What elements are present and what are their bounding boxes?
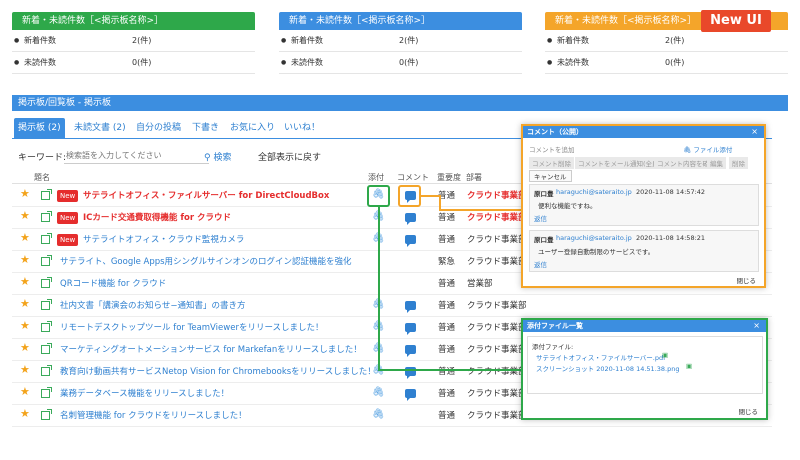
close-button[interactable]: 閉じる xyxy=(737,275,757,285)
reply-link[interactable]: 返信 xyxy=(534,213,547,223)
attach-connector xyxy=(378,207,521,371)
comment-time: 2020-11-08 14:57:42 xyxy=(636,188,706,196)
comment-author: 原口豊 xyxy=(534,236,554,244)
comment-popup-title: コメント（公開） xyxy=(523,126,764,138)
comment-author: 原口豊 xyxy=(534,190,554,198)
comment-popup: コメント（公開） × コメントを追加 🖇 ファイル添付 コメント削除 コメントを… xyxy=(521,124,766,288)
comment-item: 原口豊 haraguchi@sateraito.jp 2020-11-08 14… xyxy=(529,184,759,226)
close-icon[interactable]: × xyxy=(751,127,758,136)
reply-link[interactable]: 返信 xyxy=(534,259,547,269)
comment-time: 2020-11-08 14:58:21 xyxy=(636,234,706,242)
file-link[interactable]: スクリーンショット 2020-11-08 14.51.38.png xyxy=(536,363,679,373)
close-button[interactable]: 閉じる xyxy=(739,406,759,416)
comment-text: ユーザー登録自動制限のサービスです。 xyxy=(538,248,655,256)
comment-delete-button[interactable]: コメント削除 xyxy=(529,157,574,169)
comment-item: 原口豊 haraguchi@sateraito.jp 2020-11-08 14… xyxy=(529,230,759,272)
attach-file-label: ファイル添付 xyxy=(693,146,733,154)
comment-edit-button[interactable]: 編集 xyxy=(707,157,726,169)
comment-mail-button[interactable]: コメントをメール通知(全員) xyxy=(575,157,665,169)
comment-email[interactable]: haraguchi@sateraito.jp xyxy=(556,234,632,242)
file-icon: ▣ xyxy=(686,362,693,370)
add-comment-link[interactable]: コメントを追加 xyxy=(529,144,575,154)
file-icon: ▣ xyxy=(662,351,669,359)
attach-file-link[interactable]: 🖇 ファイル添付 xyxy=(683,144,732,154)
cancel-button[interactable]: キャンセル xyxy=(529,170,572,182)
comment-connector xyxy=(421,195,521,211)
file-popup: 添付ファイル一覧 × 添付ファイル: サテライトオフィス・ファイルサーバー.pd… xyxy=(521,318,768,420)
file-link[interactable]: サテライトオフィス・ファイルサーバー.pdf xyxy=(536,352,665,362)
file-list-box: 添付ファイル: サテライトオフィス・ファイルサーバー.pdf ▣ スクリーンショ… xyxy=(527,336,763,394)
close-icon[interactable]: × xyxy=(753,321,760,330)
comment-text: 便利な機能ですね。 xyxy=(538,202,597,210)
comment-email[interactable]: haraguchi@sateraito.jp xyxy=(556,188,632,196)
file-popup-title: 添付ファイル一覧 xyxy=(523,320,766,332)
paperclip-icon: 🖇 xyxy=(683,146,692,154)
comment-remove-button[interactable]: 削除 xyxy=(729,157,748,169)
file-list-label: 添付ファイル: xyxy=(532,343,574,351)
